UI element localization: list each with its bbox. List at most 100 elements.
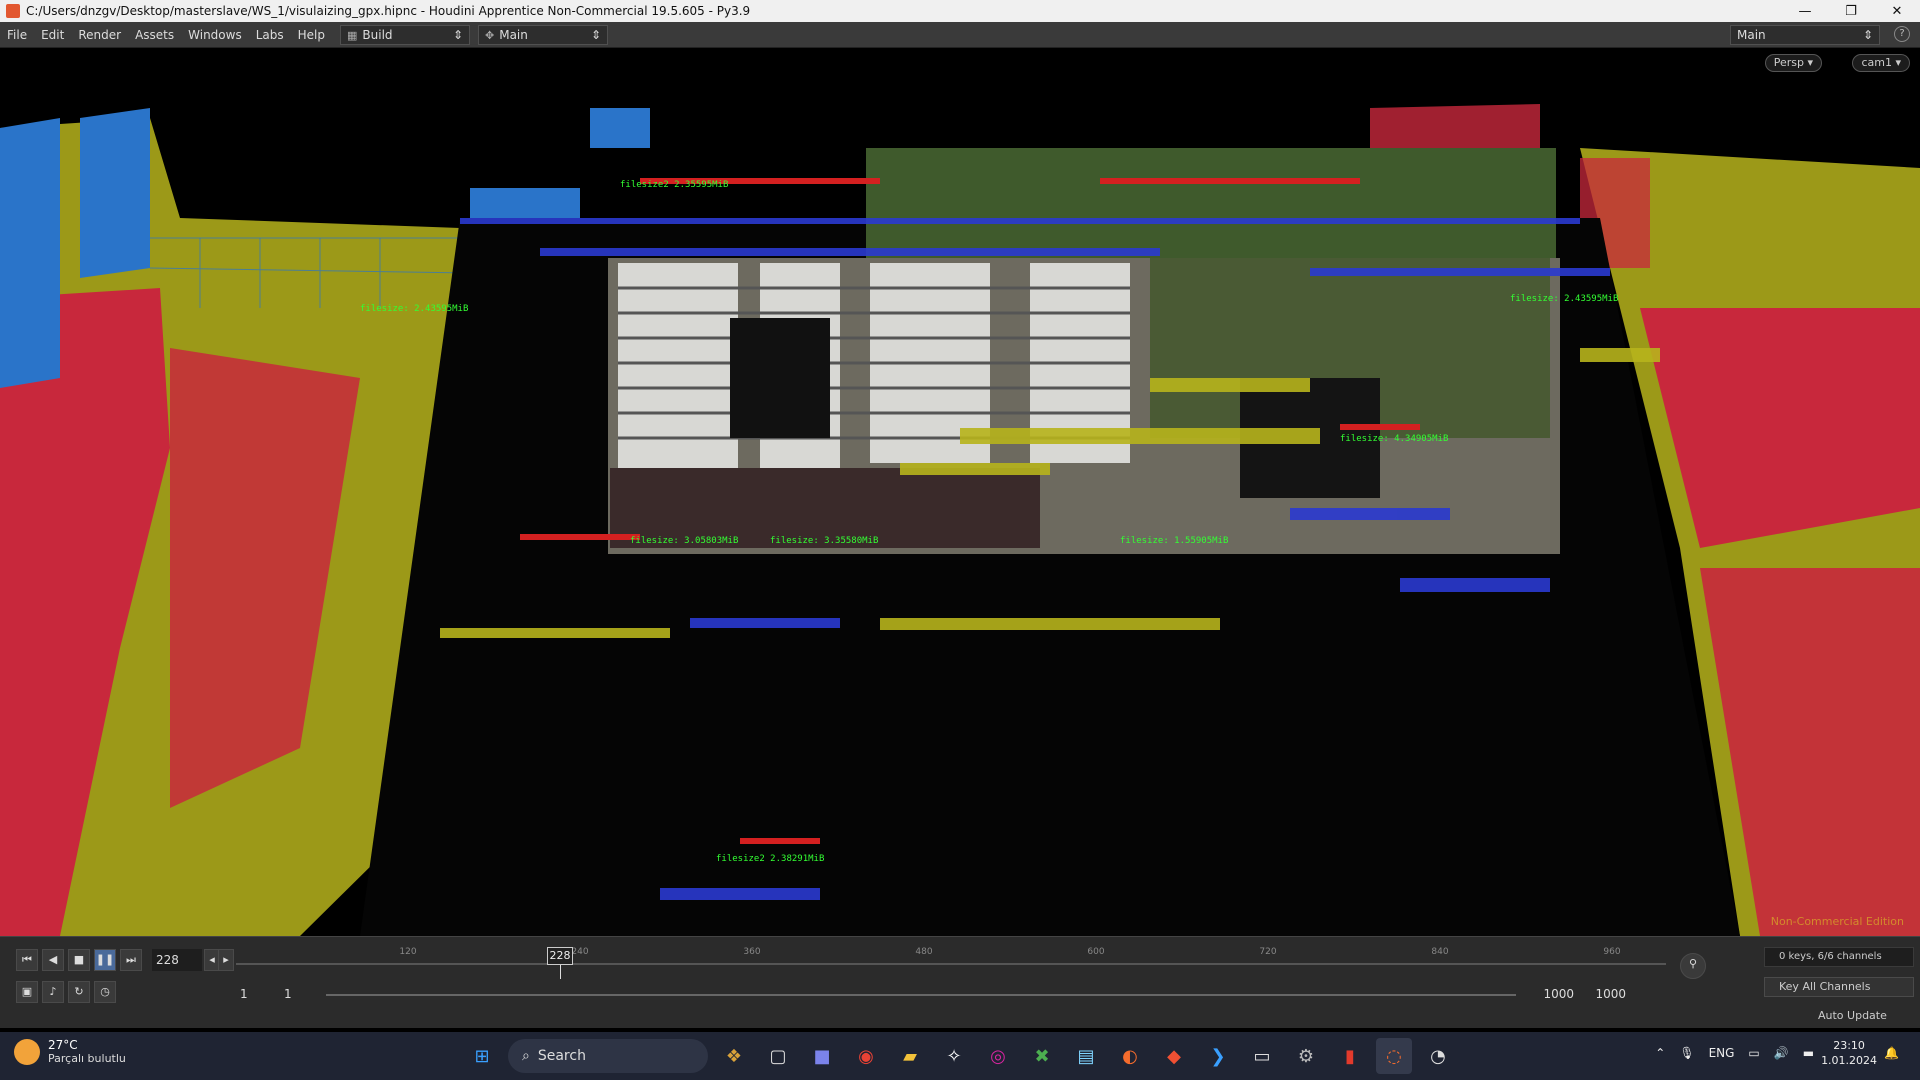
desktop-main-label: Main [499,27,528,42]
mic-icon[interactable]: 🎙 [1679,1046,1694,1060]
acrobat-icon[interactable]: ▮ [1332,1038,1368,1074]
houdini-taskbar-icon[interactable]: ◌ [1376,1038,1412,1074]
clock-date: 1.01.2024 [1821,1054,1878,1067]
task-view-icon[interactable]: ▢ [760,1038,796,1074]
instagram-icon[interactable]: ◎ [980,1038,1016,1074]
weather-widget[interactable]: 27°C Parçalı bulutlu [14,1038,126,1065]
clock-icon[interactable]: ◷ [94,981,116,1003]
windows-start-icon[interactable]: ⊞ [464,1038,500,1074]
frame-range: 1 1 1000 1000 [236,985,1666,1005]
file-explorer-icon[interactable]: ▰ [892,1038,928,1074]
notepad-icon[interactable]: ▤ [1068,1038,1104,1074]
menu-file[interactable]: File [0,28,34,42]
widgets-icon[interactable]: ❖ [716,1038,752,1074]
menu-assets[interactable]: Assets [128,28,181,42]
houdini-launcher-icon[interactable]: ◔ [1420,1038,1456,1074]
window-controls: — ❐ ✕ [1782,0,1920,22]
system-tray: ⌃ 🎙 ENG ▭ 🔊 ▬ 23:10 1.01.2024 🔔 [1648,1038,1906,1068]
chrome-icon[interactable]: ◉ [848,1038,884,1074]
loop-icon[interactable]: ↻ [68,981,90,1003]
network-icon[interactable]: ▭ [1748,1046,1759,1060]
tick-label: 840 [1431,947,1449,957]
realtime-icon[interactable]: ▣ [16,981,38,1003]
desktop-selector-build[interactable]: ▦ Build ⇕ [340,24,470,45]
play-first-icon[interactable]: ⏮ [16,949,38,971]
step-icon[interactable]: ▸ [218,949,234,971]
tick-label: 480 [915,947,933,957]
keys-status: 0 keys, 6/6 channels [1764,947,1914,967]
glitch-label: filesize2 2.38291MiB [716,854,825,864]
settings-icon[interactable]: ⚙ [1288,1038,1324,1074]
language-indicator[interactable]: ENG [1709,1046,1735,1060]
scene-viewport[interactable]: filesize2 2.35595MiB filesize: 2.43595Mi… [0,48,1920,936]
menu-help[interactable]: Help [291,28,332,42]
glitch-label: filesize: 4.34905MiB [1340,434,1449,444]
audio-icon[interactable]: ♪ [42,981,64,1003]
glitch-label: filesize2 2.35595MiB [620,180,729,190]
key-all-channels-button[interactable]: Key All Channels [1764,977,1914,997]
layout-icon: ▦ [347,28,358,42]
play-forward-icon[interactable]: ⏭ [120,949,142,971]
viewport-scene-render [0,104,1920,936]
tick-label: 960 [1603,947,1621,957]
app-icon[interactable]: ✧ [936,1038,972,1074]
timeline-slider[interactable]: 120 240 360 480 600 720 840 960 228 [236,947,1666,979]
chevron-updown-icon: ⇕ [590,27,601,42]
timeline-cursor-line [560,965,561,979]
timeline-cursor[interactable]: 228 [547,947,573,965]
taskbar-search[interactable]: ⌕ Search [508,1039,708,1073]
help-icon[interactable]: ? [1894,26,1910,42]
range-slider[interactable] [326,994,1516,996]
title-bar: C:/Users/dnzgv/Desktop/masterslave/WS_1/… [0,0,1920,22]
maximize-button[interactable]: ❐ [1828,0,1874,22]
clock[interactable]: 23:10 1.01.2024 [1821,1038,1877,1068]
window-title: C:/Users/dnzgv/Desktop/masterslave/WS_1/… [26,4,751,18]
chevron-up-icon[interactable]: ⌃ [1655,1046,1665,1060]
desktop-selector-right[interactable]: Main ⇕ [1730,25,1880,45]
range-start[interactable]: 1 [240,987,248,1001]
playbar: ⏮ ◀ ■ ❚❚ ⏭ 228 ◂ ▸ 120 240 360 480 600 7… [0,936,1920,1028]
menu-labs[interactable]: Labs [249,28,291,42]
menu-edit[interactable]: Edit [34,28,71,42]
desktop-selector-main[interactable]: ✥ Main ⇕ [478,24,608,45]
camera-button[interactable]: cam1 ▾ [1852,54,1910,72]
key-icon[interactable]: ⚲ [1680,953,1706,979]
menu-render[interactable]: Render [71,28,128,42]
pause-icon[interactable]: ❚❚ [94,949,116,971]
battery-icon[interactable]: ▬ [1803,1046,1814,1060]
stop-icon[interactable]: ■ [68,949,90,971]
git-icon[interactable]: ◆ [1156,1038,1192,1074]
auto-update-menu[interactable]: Auto Update [1800,1007,1914,1025]
range-start-2[interactable]: 1 [284,987,292,1001]
notification-icon[interactable]: 🔔 [1884,1046,1899,1060]
glitch-label: filesize: 1.55905MiB [1120,536,1229,546]
tick-label: 720 [1259,947,1277,957]
menu-windows[interactable]: Windows [181,28,249,42]
weather-text: Parçalı bulutlu [48,1052,126,1065]
screen-icon[interactable]: ▭ [1244,1038,1280,1074]
vscode-icon[interactable]: ❯ [1200,1038,1236,1074]
chevron-updown-icon: ⇕ [452,27,463,42]
non-commercial-watermark: Non-Commercial Edition [1770,915,1904,928]
timeline-track [236,963,1666,965]
play-back-icon[interactable]: ◀ [42,949,64,971]
tick-label: 600 [1087,947,1105,957]
windows-taskbar: 27°C Parçalı bulutlu ⊞ ⌕ Search ❖ ▢ ■ ◉ … [0,1032,1920,1080]
xbox-icon[interactable]: ✖ [1024,1038,1060,1074]
volume-icon[interactable]: 🔊 [1774,1046,1789,1060]
persp-button[interactable]: Persp ▾ [1764,54,1822,72]
teams-icon[interactable]: ■ [804,1038,840,1074]
range-end-2[interactable]: 1000 [1595,987,1626,1001]
tick-label: 120 [399,947,417,957]
menu-bar: File Edit Render Assets Windows Labs Hel… [0,22,1920,48]
search-label: Search [537,1048,586,1064]
minimize-button[interactable]: — [1782,0,1828,22]
current-frame-field[interactable]: 228 [152,949,202,971]
glitch-label: filesize: 2.43595MiB [360,304,469,314]
range-end[interactable]: 1000 [1543,987,1574,1001]
temperature: 27°C [48,1038,78,1052]
close-button[interactable]: ✕ [1874,0,1920,22]
taskbar-apps: ⊞ ⌕ Search ❖ ▢ ■ ◉ ▰ ✧ ◎ ✖ ▤ ◐ ◆ ❯ ▭ ⚙ ▮… [460,1038,1460,1074]
origin-icon[interactable]: ◐ [1112,1038,1148,1074]
desktop-right-label: Main [1737,28,1766,42]
